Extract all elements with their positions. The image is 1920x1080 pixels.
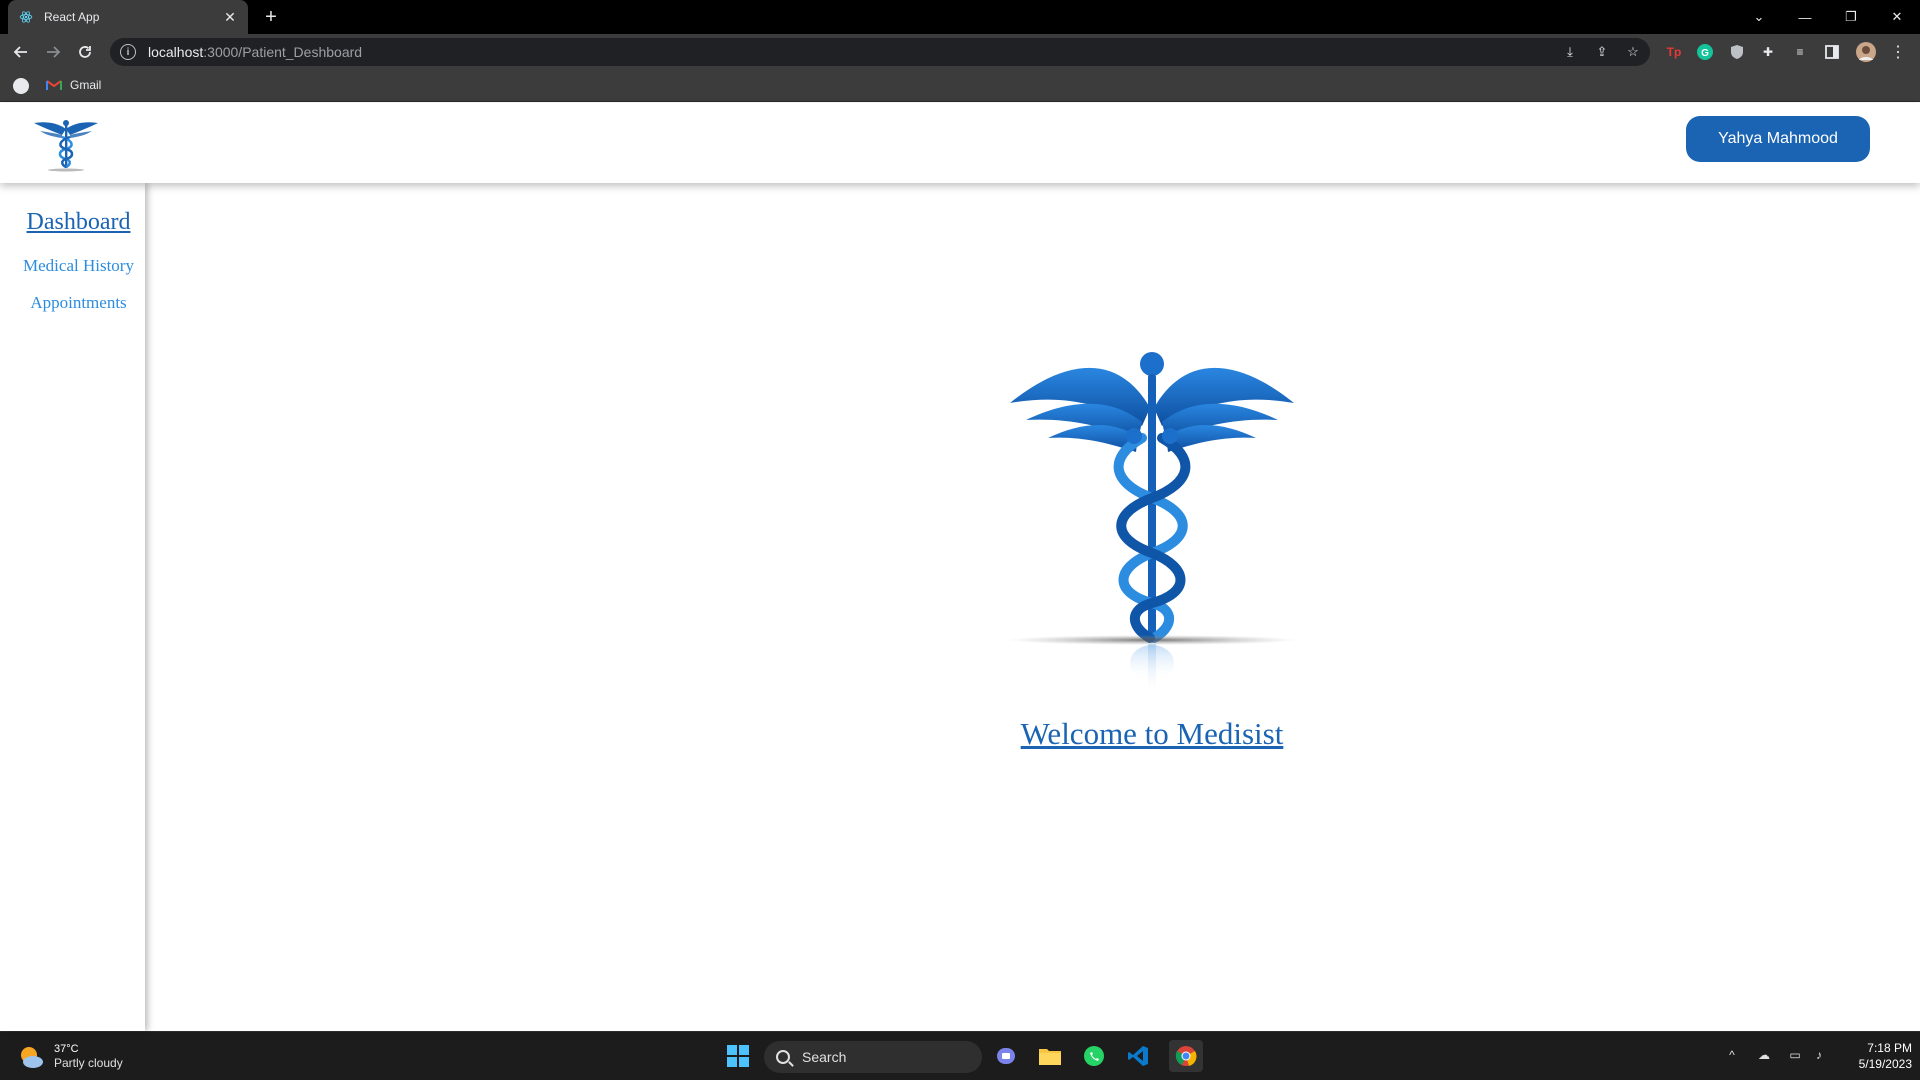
- share-icon[interactable]: ⇪: [1592, 42, 1612, 62]
- url-path: :3000/Patient_Deshboard: [203, 44, 363, 60]
- teams-chat-icon[interactable]: [993, 1043, 1019, 1069]
- reading-list-icon[interactable]: ≡: [1790, 42, 1810, 62]
- tab-search-icon[interactable]: ⌄: [1736, 0, 1782, 34]
- profile-avatar[interactable]: [1856, 42, 1876, 62]
- weather-widget[interactable]: 37°C Partly cloudy: [18, 1042, 123, 1071]
- browser-tabstrip: React App ✕ + ⌄ — ❐ ✕: [0, 0, 1920, 34]
- forward-icon[interactable]: [40, 39, 66, 65]
- file-explorer-icon[interactable]: [1037, 1043, 1063, 1069]
- clock-date: 5/19/2023: [1858, 1057, 1912, 1071]
- vscode-icon[interactable]: [1125, 1043, 1151, 1069]
- browser-tab[interactable]: React App ✕: [8, 0, 248, 34]
- sidebar-item-dashboard[interactable]: Dashboard: [0, 209, 157, 236]
- bookmark-star-icon[interactable]: ☆: [1623, 42, 1643, 62]
- browser-toolbar: i localhost:3000/Patient_Deshboard ⤓ ⇪ ☆…: [0, 34, 1920, 70]
- search-icon: [776, 1050, 790, 1064]
- shield-extension-icon[interactable]: [1727, 42, 1747, 62]
- gmail-icon: [46, 80, 62, 90]
- sidebar-nav: Dashboard Medical History Appointments: [0, 183, 145, 1031]
- onedrive-icon[interactable]: ☁: [1755, 1046, 1773, 1064]
- side-panel-icon[interactable]: [1822, 42, 1842, 62]
- volume-icon[interactable]: ♪: [1810, 1046, 1828, 1064]
- react-icon: [18, 9, 34, 25]
- system-clock[interactable]: 7:18 PM 5/19/2023: [1840, 1040, 1912, 1072]
- info-icon[interactable]: i: [120, 44, 136, 60]
- back-icon[interactable]: [8, 39, 34, 65]
- close-tab-icon[interactable]: ✕: [222, 9, 238, 25]
- weather-temp: 37°C: [54, 1043, 79, 1055]
- os-taskbar: 37°C Partly cloudy Search ^ ☁ ▭ ♪ 7:18 P…: [0, 1031, 1920, 1080]
- welcome-heading[interactable]: Welcome to Medisist: [1002, 716, 1302, 752]
- address-bar[interactable]: i localhost:3000/Patient_Deshboard: [110, 38, 1650, 66]
- bookmark-gmail[interactable]: Gmail: [46, 78, 101, 92]
- bookmark-label: Gmail: [70, 78, 102, 92]
- install-icon[interactable]: ⤓: [1560, 42, 1580, 62]
- grammarly-extension-icon[interactable]: G: [1695, 42, 1715, 62]
- tab-title: React App: [44, 10, 100, 24]
- chrome-icon[interactable]: [1169, 1040, 1203, 1072]
- network-icon[interactable]: ▭: [1786, 1046, 1804, 1064]
- apps-icon[interactable]: [13, 78, 29, 94]
- window-close-icon[interactable]: ✕: [1874, 0, 1920, 34]
- clock-time: 7:18 PM: [1867, 1041, 1912, 1055]
- taskbar-search[interactable]: Search: [764, 1041, 982, 1073]
- svg-text:G: G: [1701, 48, 1709, 59]
- tp-extension-icon[interactable]: Tp: [1664, 42, 1684, 62]
- app-header: Yahya Mahmood: [0, 103, 1920, 183]
- sidebar-item-appointments[interactable]: Appointments: [0, 293, 157, 313]
- bookmarks-bar: Gmail: [0, 70, 1920, 102]
- browser-menu-icon[interactable]: ⋮: [1888, 42, 1908, 62]
- minimize-icon[interactable]: —: [1782, 0, 1828, 34]
- windows-start-icon[interactable]: [725, 1043, 751, 1069]
- user-profile-button[interactable]: Yahya Mahmood: [1686, 116, 1870, 162]
- extensions-puzzle-icon[interactable]: ✚: [1758, 42, 1778, 62]
- caduceus-logo-icon[interactable]: [32, 115, 100, 173]
- new-tab-icon[interactable]: +: [258, 4, 284, 30]
- search-label: Search: [802, 1049, 847, 1065]
- url-host: localhost: [148, 44, 204, 60]
- partly-cloudy-icon: [21, 1046, 43, 1068]
- reload-icon[interactable]: [72, 39, 98, 65]
- weather-desc: Partly cloudy: [54, 1056, 123, 1070]
- caduceus-hero-icon: [1007, 352, 1297, 698]
- chevron-up-icon[interactable]: ^: [1723, 1046, 1741, 1064]
- whatsapp-icon[interactable]: [1081, 1043, 1107, 1069]
- sidebar-item-medical-history[interactable]: Medical History: [0, 256, 157, 276]
- restore-icon[interactable]: ❐: [1828, 0, 1874, 34]
